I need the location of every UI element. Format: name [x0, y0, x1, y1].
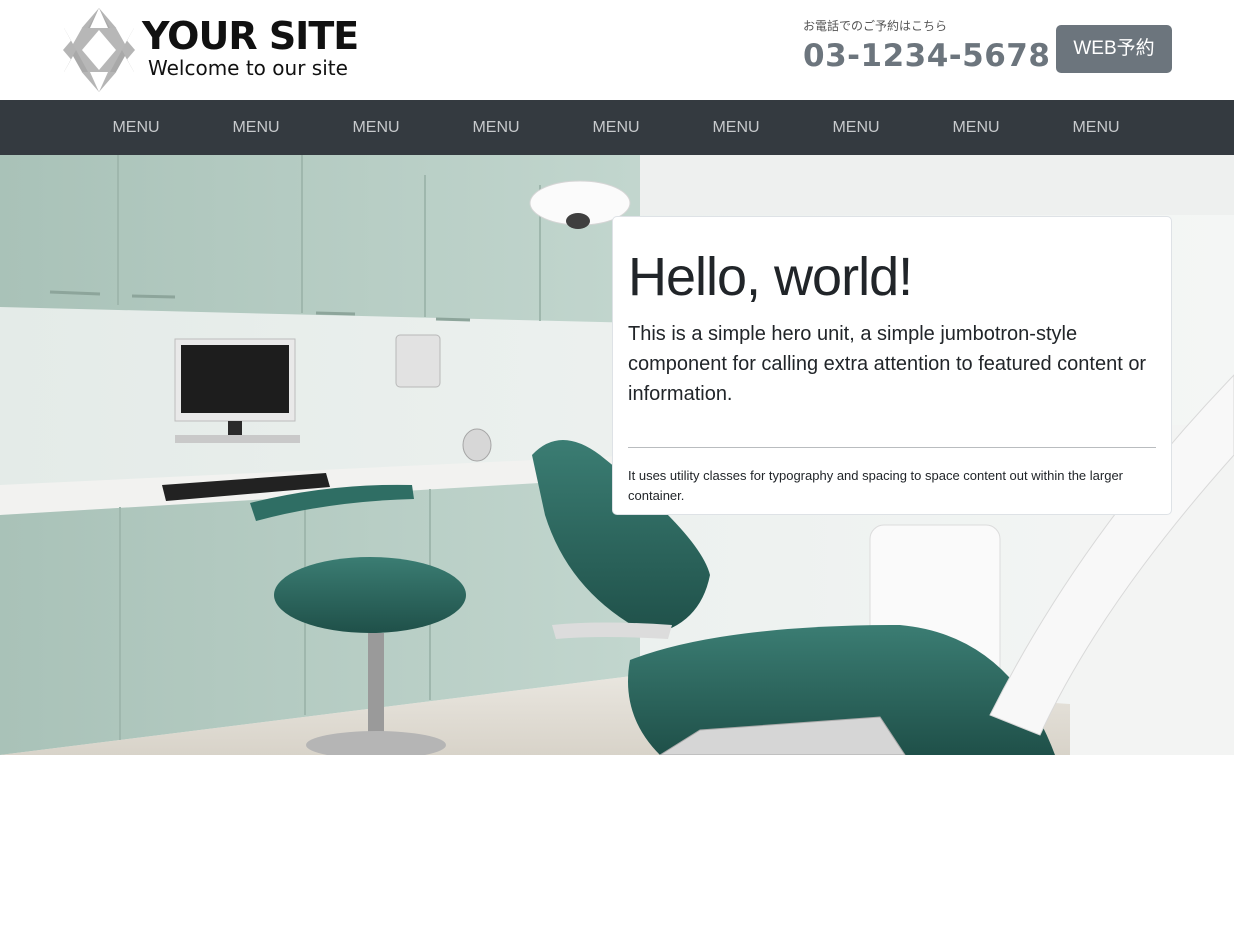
site-logo[interactable]: YOUR SITE Welcome to our site: [60, 6, 359, 94]
nav-item-8[interactable]: MENU: [916, 100, 1036, 155]
hero-note: It uses utility classes for typography a…: [628, 468, 1123, 503]
nav-item-1[interactable]: MENU: [76, 100, 196, 155]
hero-lead: This is a simple hero unit, a simple jum…: [628, 323, 1147, 405]
star-logo-icon: [63, 8, 135, 92]
hero-card: Hello, world! This is a simple hero unit…: [612, 216, 1172, 515]
phone-number[interactable]: 03-1234-5678: [803, 38, 1050, 74]
nav-item-4[interactable]: MENU: [436, 100, 556, 155]
contact-info: お電話でのご予約はこちら 03-1234-5678: [803, 18, 1050, 74]
hero-section: Hello, world! This is a simple hero unit…: [0, 155, 1234, 755]
hero-title: Hello, world!: [628, 247, 913, 307]
nav-item-3[interactable]: MENU: [316, 100, 436, 155]
nav-item-9[interactable]: MENU: [1036, 100, 1156, 155]
nav-item-6[interactable]: MENU: [676, 100, 796, 155]
site-header: YOUR SITE Welcome to our site お電話でのご予約はこ…: [0, 0, 1234, 100]
contact-label: お電話でのご予約はこちら: [803, 19, 948, 33]
web-reservation-button[interactable]: WEB予約: [1056, 25, 1172, 73]
nav-item-7[interactable]: MENU: [796, 100, 916, 155]
hero-divider: [628, 447, 1156, 448]
main-nav: MENU MENU MENU MENU MENU MENU MENU MENU …: [0, 100, 1234, 155]
site-title: YOUR SITE: [142, 14, 359, 58]
nav-menu: MENU MENU MENU MENU MENU MENU MENU MENU …: [76, 100, 1156, 155]
site-tagline: Welcome to our site: [148, 56, 348, 80]
nav-item-2[interactable]: MENU: [196, 100, 316, 155]
nav-item-5[interactable]: MENU: [556, 100, 676, 155]
